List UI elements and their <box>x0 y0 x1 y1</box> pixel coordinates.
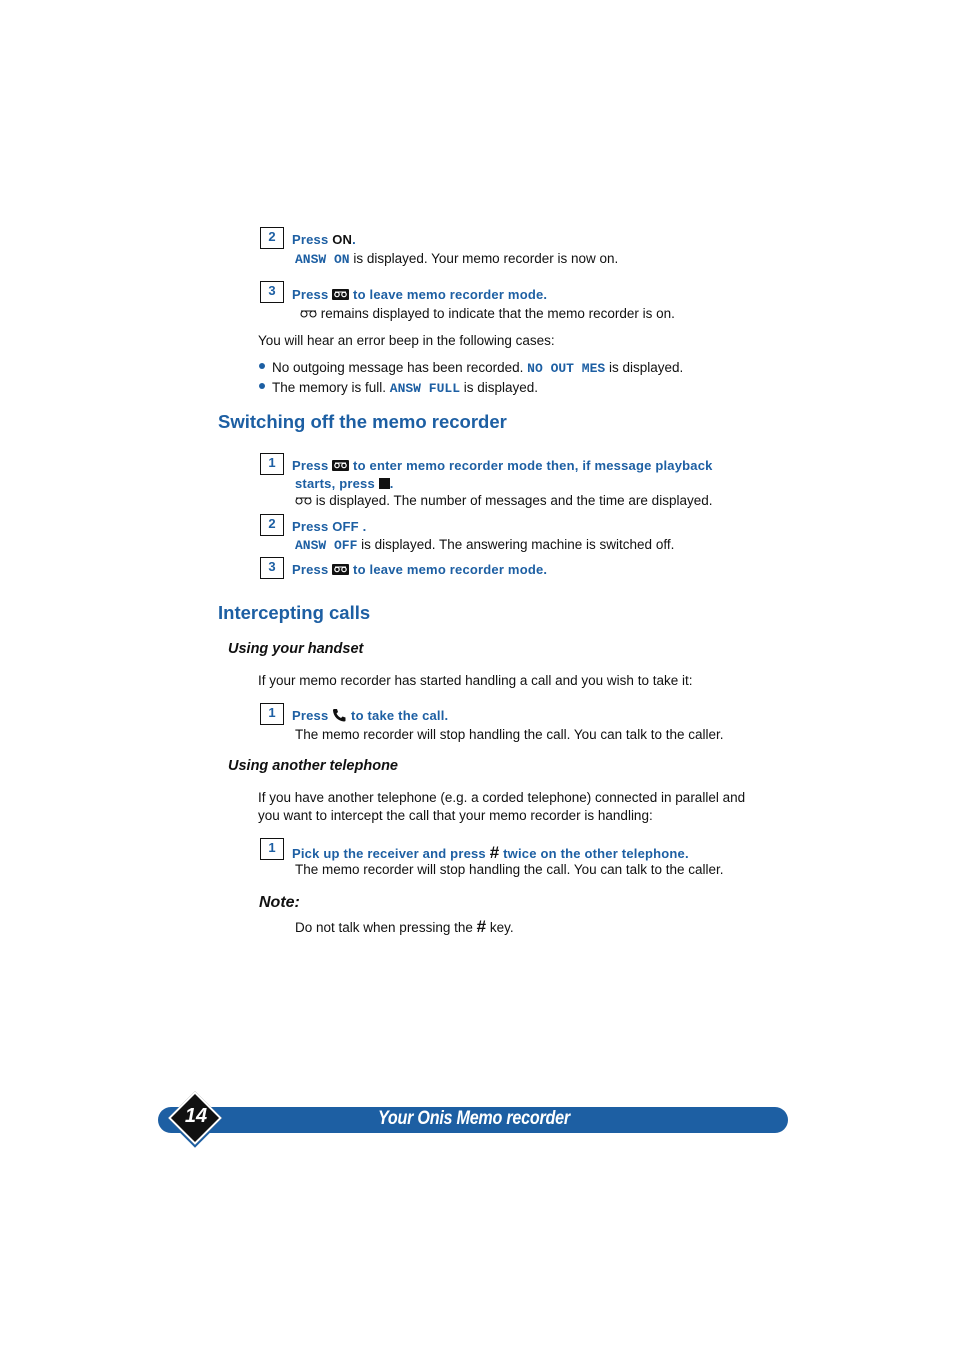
section-heading: Switching off the memo recorder <box>218 411 507 432</box>
instruction-text: Press <box>292 287 333 302</box>
result-text: is displayed. The answering machine is s… <box>357 537 675 552</box>
intro-text: If you have another telephone (e.g. a co… <box>258 790 746 805</box>
display-code: NO OUT MES <box>527 361 606 376</box>
error-case-suffix: is displayed. <box>460 380 539 395</box>
result-text: is displayed. The number of messages and… <box>312 493 713 508</box>
note-label: Note: <box>259 894 300 911</box>
subsection-heading: Using your handset <box>228 641 364 657</box>
instruction-text: twice on the other telephone. <box>499 846 689 861</box>
instruction-text: to leave memo recorder mode. <box>349 287 548 302</box>
step-result: The memo recorder will stop handling the… <box>295 862 724 877</box>
result-text: remains displayed to indicate that the m… <box>317 306 675 321</box>
error-case-suffix: is displayed. <box>605 360 684 375</box>
instruction-text: starts, press <box>295 476 379 491</box>
step-number-box: 1 <box>260 703 284 725</box>
error-case-item: No outgoing message has been recorded. N… <box>259 360 683 376</box>
display-code: ANSW ON <box>295 252 350 267</box>
step-result: ANSW ON is displayed. Your memo recorder… <box>295 251 618 267</box>
subsection-heading: Using another telephone <box>228 758 398 774</box>
step-number-box: 3 <box>260 557 284 579</box>
footer-title: Your Onis Memo recorder <box>378 1108 570 1129</box>
key-label: ON <box>332 232 353 247</box>
note-text-prefix: Do not talk when pressing the <box>295 920 477 935</box>
display-code: ANSW OFF <box>295 538 358 553</box>
note-text-suffix: key. <box>486 920 514 935</box>
step-result: is displayed. The number of messages and… <box>295 493 712 508</box>
hash-key-icon: # <box>476 917 487 936</box>
step-number-box: 2 <box>260 227 284 249</box>
result-text: is displayed. Your memo recorder is now … <box>349 251 619 266</box>
page-number: 14 <box>184 1105 208 1127</box>
instruction-text: Press <box>292 458 333 473</box>
step-number-box: 2 <box>260 514 284 536</box>
memo-recorder-symbol-icon <box>295 493 312 508</box>
step-instruction: Press ON. <box>292 232 356 247</box>
intro-text: If your memo recorder has started handli… <box>258 673 693 688</box>
step-instruction: Press to enter memo recorder mode then, … <box>292 458 713 473</box>
instruction-text: to take the call. <box>347 708 449 723</box>
instruction-text: Press <box>292 708 333 723</box>
stop-button-icon <box>378 478 390 489</box>
step-number-box: 1 <box>260 453 284 475</box>
step-result: remains displayed to indicate that the m… <box>300 306 675 321</box>
error-case-item: The memory is full. ANSW FULL is display… <box>259 380 538 396</box>
step-instruction: Press to leave memo recorder mode. <box>292 287 547 302</box>
memo-recorder-button-icon <box>332 289 350 300</box>
step-instruction: Press to leave memo recorder mode. <box>292 562 547 577</box>
step-result: The memo recorder will stop handling the… <box>295 727 724 742</box>
phone-handset-icon <box>332 708 347 725</box>
step-instruction: Press to take the call. <box>292 708 448 725</box>
instruction-text: Press <box>292 232 333 247</box>
memo-recorder-symbol-icon <box>300 306 317 321</box>
instruction-text: to enter memo recorder mode then, if mes… <box>349 458 713 473</box>
step-instruction-continued: starts, press . <box>295 476 394 491</box>
instruction-text: . <box>352 232 356 247</box>
step-instruction: Press OFF . <box>292 519 367 534</box>
step-result: ANSW OFF is displayed. The answering mac… <box>295 537 674 553</box>
intro-text: you want to intercept the call that your… <box>258 808 653 823</box>
memo-recorder-button-icon <box>332 564 350 575</box>
bullet-icon <box>259 383 265 389</box>
step-instruction: Pick up the receiver and press # twice o… <box>292 843 689 863</box>
error-case-text: No outgoing message has been recorded. <box>272 360 528 375</box>
display-code: ANSW FULL <box>389 381 460 396</box>
bullet-icon <box>259 363 265 369</box>
instruction-text: Press <box>292 562 333 577</box>
step-number-box: 3 <box>260 281 284 303</box>
hash-key-icon: # <box>489 843 500 862</box>
instruction-text: to leave memo recorder mode. <box>349 562 548 577</box>
memo-recorder-button-icon <box>332 460 350 471</box>
instruction-text: Pick up the receiver and press <box>292 846 490 861</box>
note-text: Do not talk when pressing the # key. <box>295 917 514 937</box>
instruction-text: . <box>389 476 394 491</box>
section-heading: Intercepting calls <box>218 602 371 623</box>
error-case-text: The memory is full. <box>272 380 390 395</box>
step-number-box: 1 <box>260 838 284 860</box>
error-intro: You will hear an error beep in the follo… <box>258 333 555 348</box>
